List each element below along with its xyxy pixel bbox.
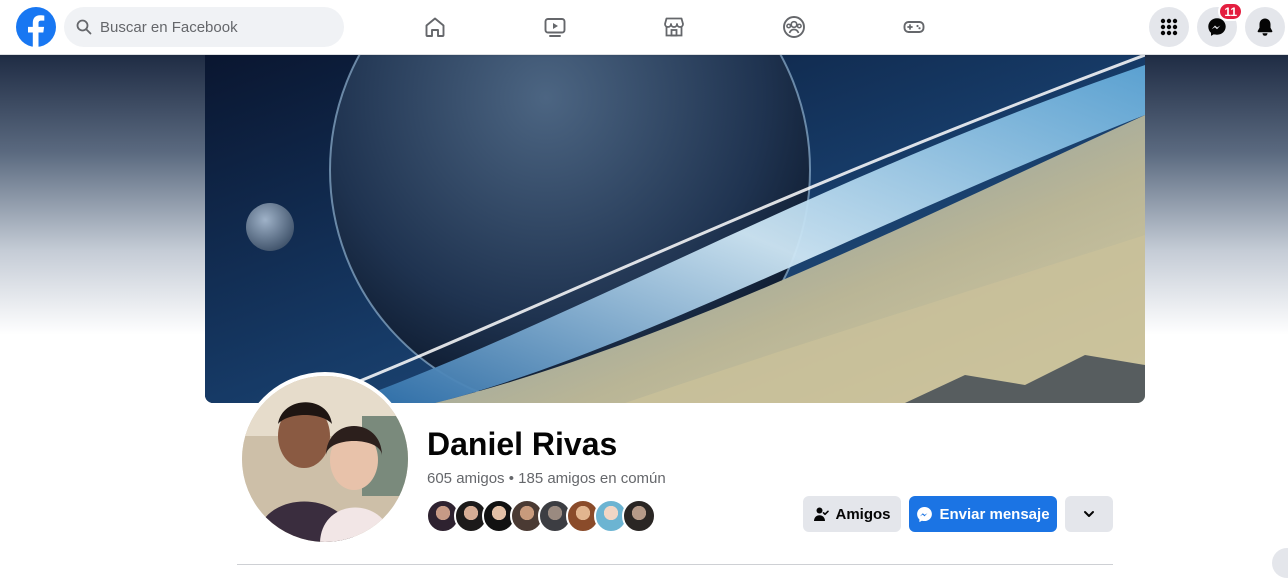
- profile-picture[interactable]: [238, 372, 412, 546]
- friends-button-label: Amigos: [835, 505, 891, 523]
- search-bar[interactable]: [64, 7, 344, 47]
- profile-divider: [237, 564, 1113, 565]
- tab-watch[interactable]: [499, 4, 611, 50]
- tab-marketplace[interactable]: [618, 4, 730, 50]
- notifications-button[interactable]: [1245, 7, 1285, 47]
- more-options-button[interactable]: [1065, 496, 1113, 532]
- bell-icon: [1257, 18, 1273, 36]
- profile-photo-image: [242, 376, 408, 542]
- chevron-down-icon: [1084, 511, 1094, 517]
- grid-menu-icon: [1160, 18, 1178, 36]
- send-message-label: Enviar mensaje: [939, 505, 1050, 523]
- search-icon: [76, 19, 92, 35]
- messenger-icon: [916, 506, 933, 523]
- mutual-friend-avatar[interactable]: [622, 499, 656, 533]
- friend-check-icon: [813, 506, 830, 522]
- mutual-friends-avatars[interactable]: [426, 499, 656, 533]
- space-landscape-image: [205, 55, 1145, 403]
- cover-photo[interactable]: [205, 55, 1145, 403]
- facebook-logo[interactable]: [16, 7, 56, 47]
- store-icon: [664, 17, 684, 37]
- tab-groups[interactable]: [738, 4, 850, 50]
- home-icon: [425, 17, 445, 37]
- menu-button[interactable]: [1149, 7, 1189, 47]
- send-message-button[interactable]: Enviar mensaje: [909, 496, 1057, 532]
- messenger-badge: 11: [1218, 2, 1243, 21]
- video-icon: [544, 18, 566, 37]
- profile-name: Daniel Rivas: [427, 426, 618, 462]
- friends-button[interactable]: Amigos: [803, 496, 901, 532]
- search-input[interactable]: [100, 18, 320, 36]
- facebook-f-icon: [28, 15, 45, 47]
- top-navigation-bar: 11: [0, 0, 1288, 55]
- tab-home[interactable]: [379, 4, 491, 50]
- tab-gaming[interactable]: [858, 4, 970, 50]
- floating-action-button[interactable]: [1272, 548, 1288, 578]
- friends-summary[interactable]: 605 amigos • 185 amigos en común: [427, 470, 666, 487]
- groups-icon: [783, 16, 805, 38]
- gamepad-icon: [903, 21, 925, 33]
- messenger-button[interactable]: 11: [1197, 2, 1243, 47]
